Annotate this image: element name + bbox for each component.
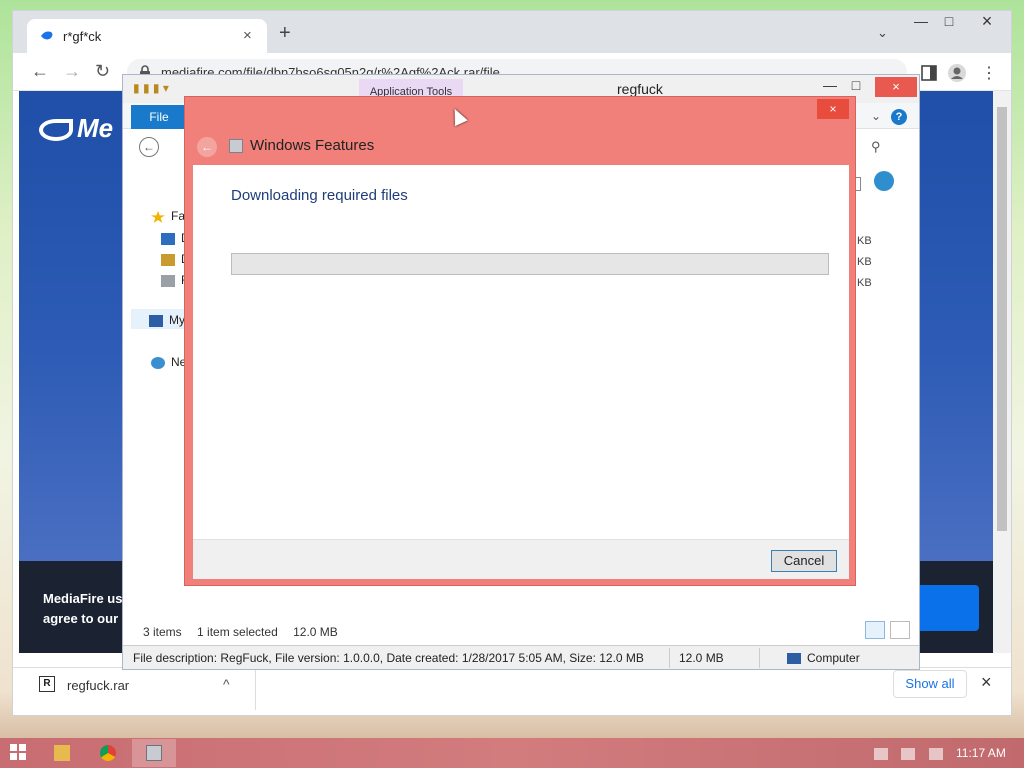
explorer-back-icon[interactable]: ← — [139, 137, 159, 157]
windows-features-icon — [146, 745, 162, 761]
details-size: 12.0 MB — [679, 651, 724, 665]
chrome-icon — [100, 745, 116, 761]
progress-bar — [231, 253, 829, 275]
file-tab[interactable]: File — [131, 105, 187, 129]
file-size-column: KB KB KB — [857, 231, 872, 294]
selection-count: 1 item selected — [197, 625, 278, 639]
help-icon[interactable]: ? — [891, 109, 907, 125]
windows-features-icon — [229, 139, 243, 153]
tab-close-icon[interactable]: × — [243, 27, 252, 44]
mediafire-logo-icon — [39, 119, 73, 142]
recent-icon — [161, 274, 175, 287]
tree-item-favorites[interactable]: Fa — [151, 209, 185, 223]
star-icon — [151, 210, 165, 223]
taskbar-windows-features[interactable] — [132, 739, 176, 767]
taskbar: 11:17 AM — [0, 738, 1024, 768]
dialog-title: Windows Features — [250, 137, 375, 154]
explorer-close-button[interactable]: × — [875, 77, 917, 97]
computer-icon — [787, 653, 801, 665]
rar-file-icon: R — [39, 676, 55, 692]
forward-icon[interactable]: → — [63, 61, 81, 82]
action-center-icon[interactable] — [928, 747, 943, 760]
details-location: Computer — [787, 651, 860, 665]
network-icon — [151, 356, 165, 369]
mediafire-logo-text: Me — [77, 113, 114, 143]
download-bar: R regfuck.rar ^ Show all × — [13, 667, 1011, 715]
system-tray — [874, 746, 953, 760]
explorer-status-bar: 3 items 1 item selected 12.0 MB — [143, 625, 350, 639]
item-count: 3 items — [143, 625, 182, 639]
tab-title: r*gf*ck — [63, 29, 102, 44]
mediafire-favicon-icon — [41, 31, 53, 40]
ribbon-expand-chevron-icon[interactable]: ⌄ — [871, 109, 881, 123]
back-icon[interactable]: ← — [31, 61, 49, 82]
more-menu-icon[interactable]: ⋮ — [981, 63, 997, 83]
explorer-view-icons — [851, 171, 895, 194]
network-icon[interactable] — [901, 747, 916, 760]
mediafire-logo[interactable]: Me — [39, 113, 113, 144]
volume-muted-icon[interactable] — [874, 747, 888, 760]
download-chevron-up-icon[interactable]: ^ — [223, 676, 230, 692]
taskbar-file-explorer[interactable] — [40, 739, 84, 767]
details-separator — [759, 648, 760, 668]
computer-icon — [149, 314, 163, 327]
taskbar-chrome[interactable] — [86, 739, 130, 767]
explorer-maximize-button[interactable]: □ — [841, 77, 871, 93]
large-icons-view-icon[interactable] — [890, 621, 911, 639]
scrollbar-thumb[interactable] — [997, 107, 1007, 531]
tab-search-icon[interactable]: ⌄ — [877, 25, 888, 41]
profile-avatar-icon[interactable] — [947, 63, 967, 83]
tree-item-computer[interactable]: My — [131, 309, 191, 329]
desktop-icon — [161, 232, 175, 245]
sidepanel-icon[interactable] — [921, 65, 937, 81]
cookie-text: MediaFire use agree to our P — [43, 591, 130, 626]
explorer-title: regfuck — [617, 81, 663, 97]
folder-icon — [54, 745, 70, 761]
dialog-close-button[interactable]: × — [817, 99, 849, 119]
new-tab-button[interactable]: + — [279, 23, 291, 43]
view-toggle — [865, 621, 912, 642]
download-filename[interactable]: regfuck.rar — [67, 678, 129, 693]
tree-item-network[interactable]: Ne — [151, 355, 186, 369]
details-view-icon[interactable] — [865, 621, 885, 639]
dialog-footer: Cancel — [193, 539, 849, 579]
download-bar-close-icon[interactable]: × — [981, 672, 992, 693]
dialog-back-icon[interactable]: ← — [197, 137, 217, 157]
explorer-details-bar: File description: RegFuck, File version:… — [123, 645, 919, 669]
explorer-search-icon[interactable]: ⚲ — [871, 139, 881, 155]
file-description: File description: RegFuck, File version:… — [133, 651, 644, 665]
browser-tab[interactable]: r*gf*ck × — [27, 19, 267, 53]
tree-item-label: Fa — [171, 209, 186, 223]
file-size-cell: KB — [857, 235, 872, 247]
selection-size: 12.0 MB — [293, 625, 338, 639]
file-size-cell: KB — [857, 277, 872, 289]
dialog-header: ← Windows Features — [185, 121, 857, 165]
file-size-cell: KB — [857, 256, 872, 268]
taskbar-clock[interactable]: 11:17 AM — [956, 746, 1006, 760]
windows-features-dialog: × ← Windows Features Downloading require… — [184, 96, 856, 586]
page-scrollbar[interactable] — [993, 91, 1011, 653]
tree-item-label: My — [169, 313, 185, 327]
details-separator — [669, 648, 670, 668]
details-location-label: Computer — [807, 651, 860, 665]
browser-maximize-button[interactable]: □ — [933, 13, 965, 29]
download-separator — [255, 670, 256, 710]
dialog-body: Downloading required files — [193, 165, 849, 539]
start-button-windows-icon[interactable] — [10, 744, 26, 760]
reload-icon[interactable]: ↻ — [95, 61, 110, 82]
downloads-icon — [161, 253, 175, 266]
quick-access-toolbar-icon[interactable]: ▮ ▮ ▮ ▾ — [133, 81, 169, 95]
status-heading: Downloading required files — [231, 187, 408, 204]
tab-strip: r*gf*ck × + ⌄ — □ × — [13, 11, 1011, 53]
show-all-button[interactable]: Show all — [893, 670, 967, 698]
browser-close-button[interactable]: × — [971, 11, 1003, 32]
globe-icon[interactable] — [874, 171, 895, 191]
cancel-button[interactable]: Cancel — [771, 550, 837, 572]
